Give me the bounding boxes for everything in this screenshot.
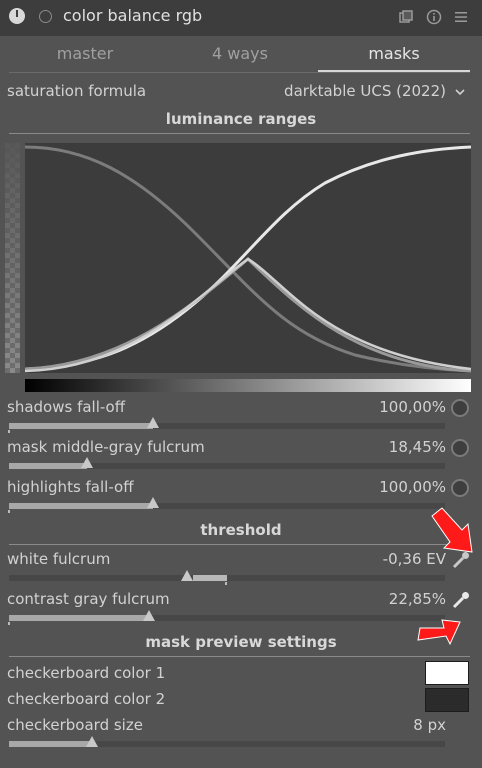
- white-fulcrum-value: -0,36 EV: [382, 550, 446, 568]
- chevron-down-icon[interactable]: [453, 84, 467, 98]
- mask-middle-gray-fulcrum-fill: [9, 463, 87, 469]
- section-divider: [9, 133, 470, 134]
- shadows-falloff-handle[interactable]: [147, 417, 159, 428]
- midgray-picker-button[interactable]: [451, 439, 469, 457]
- white-fulcrum-fill: [193, 575, 227, 581]
- checkerboard-size-label: checkerboard size: [7, 716, 143, 734]
- luminance-gradient-bar: [25, 377, 471, 392]
- module-title: color balance rgb: [63, 6, 203, 25]
- section-divider: [9, 656, 470, 657]
- slider-tick: [8, 510, 10, 513]
- saturation-formula-value[interactable]: darktable UCS (2022): [260, 82, 446, 100]
- mask-middle-gray-fulcrum-handle[interactable]: [81, 457, 93, 468]
- checkerboard-strip: [5, 143, 20, 373]
- saturation-formula-label: saturation formula: [7, 82, 147, 100]
- checkerboard-color-1-label: checkerboard color 1: [7, 664, 166, 682]
- checkerboard-color-1-swatch[interactable]: [425, 661, 469, 685]
- contrast-gray-fulcrum-fill: [9, 615, 149, 621]
- contrast-gray-fulcrum-handle[interactable]: [143, 610, 155, 621]
- highlights-falloff-label: highlights fall-off: [7, 478, 134, 496]
- checkerboard-size-value: 8 px: [413, 716, 446, 734]
- white-fulcrum-handle[interactable]: [181, 570, 193, 581]
- section-divider: [9, 544, 470, 545]
- red-arrow-icon: [428, 506, 480, 558]
- white-fulcrum-slider[interactable]: [9, 575, 445, 581]
- shadows-falloff-fill: [9, 423, 153, 429]
- tab-masks[interactable]: masks: [314, 44, 474, 72]
- instance-icon[interactable]: [39, 10, 52, 23]
- red-arrow-icon: [414, 600, 466, 652]
- highlights-falloff-fill: [9, 503, 153, 509]
- checkerboard-color-2-swatch[interactable]: [425, 688, 469, 712]
- slider-tick: [225, 582, 227, 585]
- shadows-picker-button[interactable]: [451, 399, 469, 417]
- checkerboard-size-fill: [9, 741, 92, 747]
- threshold-header: threshold: [200, 521, 282, 539]
- menu-icon[interactable]: [453, 9, 469, 25]
- luminance-curves-graph[interactable]: [24, 143, 472, 373]
- active-tab-indicator: [318, 70, 470, 72]
- slider-tick: [8, 430, 10, 433]
- tab-4-ways[interactable]: 4 ways: [160, 44, 320, 72]
- mask-middle-gray-fulcrum-value: 18,45%: [388, 438, 446, 456]
- shadows-falloff-label: shadows fall-off: [7, 398, 126, 416]
- checkerboard-size-handle[interactable]: [86, 736, 98, 747]
- power-icon[interactable]: [9, 8, 25, 24]
- mask-preview-settings-header: mask preview settings: [145, 633, 337, 651]
- tab-divider: [9, 72, 470, 73]
- mask-middle-gray-fulcrum-label: mask middle-gray fulcrum: [7, 438, 205, 456]
- highlights-picker-button[interactable]: [451, 479, 469, 497]
- highlights-falloff-value: 100,00%: [379, 478, 446, 496]
- contrast-gray-fulcrum-label: contrast gray fulcrum: [7, 590, 170, 608]
- white-fulcrum-label: white fulcrum: [7, 550, 111, 568]
- highlights-falloff-handle[interactable]: [147, 497, 159, 508]
- presets-icon[interactable]: [398, 9, 414, 25]
- tab-master[interactable]: master: [5, 44, 165, 72]
- info-icon[interactable]: [426, 9, 442, 25]
- checkerboard-color-2-label: checkerboard color 2: [7, 690, 166, 708]
- luminance-ranges-header: luminance ranges: [165, 110, 317, 128]
- shadows-falloff-value: 100,00%: [379, 398, 446, 416]
- slider-tick: [8, 622, 10, 625]
